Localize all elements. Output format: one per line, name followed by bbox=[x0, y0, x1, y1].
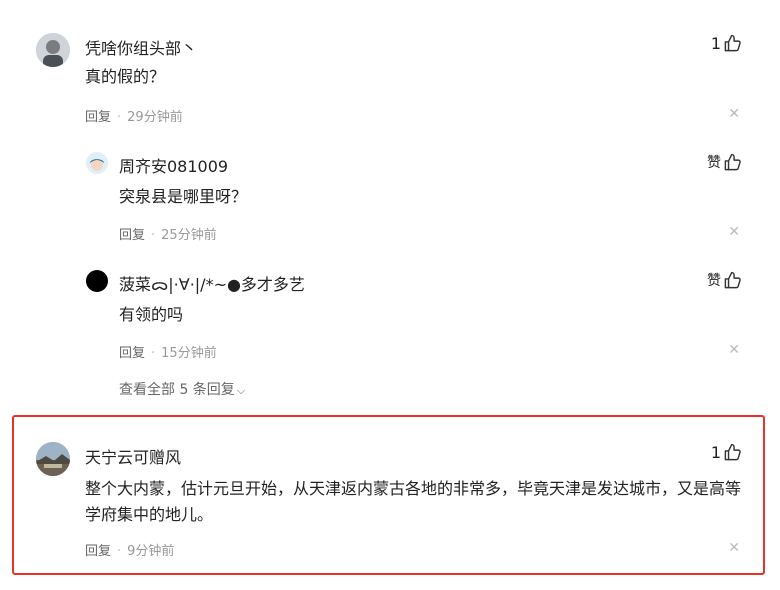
timestamp: 25分钟前 bbox=[161, 228, 217, 243]
like-label: 赞 bbox=[707, 273, 721, 289]
close-icon[interactable]: ✕ bbox=[728, 106, 740, 122]
thumbs-up-icon bbox=[724, 153, 741, 170]
thumbs-up-icon bbox=[724, 271, 741, 288]
reply-author[interactable]: 菠菜ᯅ|·∀·|/*~●多才多艺 bbox=[119, 271, 305, 295]
avatar[interactable] bbox=[86, 152, 108, 174]
timestamp: 29分钟前 bbox=[127, 110, 183, 125]
comment-text: 整个大内蒙，估计元旦开始，从天津返内蒙古各地的非常多，毕竟天津是发达城市，又是高… bbox=[85, 479, 742, 524]
reply-button[interactable]: 回复 bbox=[119, 346, 145, 361]
like-button[interactable]: 赞 bbox=[707, 152, 742, 172]
chevron-down-icon: ⌵ bbox=[236, 384, 246, 397]
close-icon[interactable]: ✕ bbox=[728, 224, 740, 240]
comment-text: 真的假的？ bbox=[85, 67, 166, 86]
reply-text: 有领的吗 bbox=[119, 305, 184, 324]
like-button[interactable]: 1 bbox=[711, 34, 742, 53]
reply-button[interactable]: 回复 bbox=[85, 544, 111, 559]
reply-meta: 回复 · 15分钟前 bbox=[119, 346, 217, 361]
reply-button[interactable]: 回复 bbox=[85, 110, 111, 125]
close-icon[interactable]: ✕ bbox=[728, 342, 740, 358]
reply-author[interactable]: 周齐安081009 bbox=[119, 153, 228, 177]
like-button[interactable]: 赞 bbox=[707, 270, 742, 290]
avatar[interactable] bbox=[86, 270, 108, 292]
view-all-label: 查看全部 5 条回复 bbox=[119, 382, 235, 398]
reply-meta: 回复 · 25分钟前 bbox=[119, 228, 217, 243]
view-all-replies-button[interactable]: 查看全部 5 条回复 ⌵ bbox=[119, 379, 245, 399]
like-button[interactable]: 1 bbox=[711, 443, 742, 462]
reply-text: 突泉县是哪里呀？ bbox=[119, 187, 248, 206]
timestamp: 15分钟前 bbox=[161, 346, 217, 361]
reply-button[interactable]: 回复 bbox=[119, 228, 145, 243]
comment-meta: 回复 · 29分钟前 bbox=[85, 110, 183, 125]
close-icon[interactable]: ✕ bbox=[728, 540, 740, 556]
avatar[interactable] bbox=[36, 33, 70, 67]
timestamp: 9分钟前 bbox=[127, 544, 175, 559]
comment-author[interactable]: 凭啥你组头部丶 bbox=[85, 35, 197, 59]
thumbs-up-icon bbox=[724, 34, 741, 52]
like-count: 1 bbox=[710, 443, 721, 462]
avatar[interactable] bbox=[36, 442, 70, 476]
like-label: 赞 bbox=[707, 155, 721, 171]
like-count: 1 bbox=[710, 34, 721, 53]
comment-meta: 回复 · 9分钟前 bbox=[85, 544, 175, 559]
thumbs-up-icon bbox=[724, 443, 741, 461]
comment-author[interactable]: 天宁云可赠风 bbox=[85, 444, 181, 468]
